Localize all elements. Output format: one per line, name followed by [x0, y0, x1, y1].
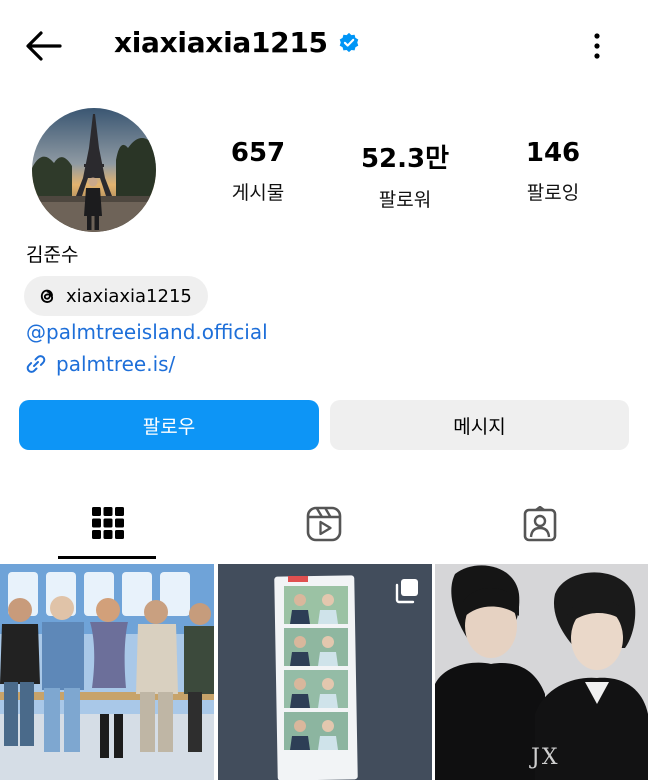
- message-button[interactable]: 메시지: [330, 400, 629, 450]
- multi-photo-icon: [395, 579, 418, 604]
- jx-watermark: JX: [529, 745, 559, 770]
- following-label: 팔로잉: [526, 182, 580, 204]
- website-link[interactable]: palmtree.is/: [24, 352, 175, 376]
- verified-badge-icon: [339, 32, 358, 52]
- follow-button[interactable]: 팔로우: [19, 400, 319, 450]
- posts-count-stat: 657 게시물: [198, 138, 318, 205]
- link-icon: [26, 355, 46, 373]
- arrow-left-icon[interactable]: [24, 28, 64, 64]
- top-bar: xiaxiaxia1215: [0, 0, 648, 90]
- more-vertical-icon[interactable]: [586, 30, 608, 62]
- followers-label: 팔로워: [378, 189, 432, 211]
- username-heading: xiaxiaxia1215: [114, 26, 360, 59]
- mention-link[interactable]: @palmtreeisland.official: [26, 320, 268, 344]
- post-thumbnail[interactable]: [218, 564, 432, 780]
- following-count-stat[interactable]: 146 팔로잉: [493, 138, 613, 205]
- profile-avatar[interactable]: [32, 108, 156, 232]
- post-thumbnail[interactable]: JX: [435, 564, 648, 780]
- followers-count: 52.3만: [360, 144, 450, 174]
- website-url: palmtree.is/: [56, 352, 176, 376]
- following-count: 146: [525, 138, 581, 168]
- username: xiaxiaxia1215: [114, 26, 328, 59]
- tab-tagged[interactable]: [432, 494, 648, 560]
- posts-count: 657: [230, 138, 286, 168]
- followers-count-stat[interactable]: 52.3만 팔로워: [345, 138, 465, 212]
- threads-handle: xiaxiaxia1215: [66, 285, 192, 307]
- tagged-person-icon: [523, 506, 557, 542]
- reels-icon: [306, 506, 342, 542]
- posts-label: 게시물: [231, 182, 285, 204]
- threads-icon: [40, 289, 54, 303]
- active-tab-indicator: [58, 556, 156, 559]
- profile-tabs: [0, 494, 648, 560]
- profile-full-name: 김준수: [26, 244, 79, 266]
- threads-profile-link[interactable]: xiaxiaxia1215: [24, 276, 208, 316]
- tab-reels[interactable]: [216, 494, 432, 560]
- posts-grid: JX: [0, 564, 648, 780]
- tab-posts[interactable]: [0, 494, 216, 560]
- post-thumbnail[interactable]: [0, 564, 214, 780]
- grid-icon: [92, 507, 124, 539]
